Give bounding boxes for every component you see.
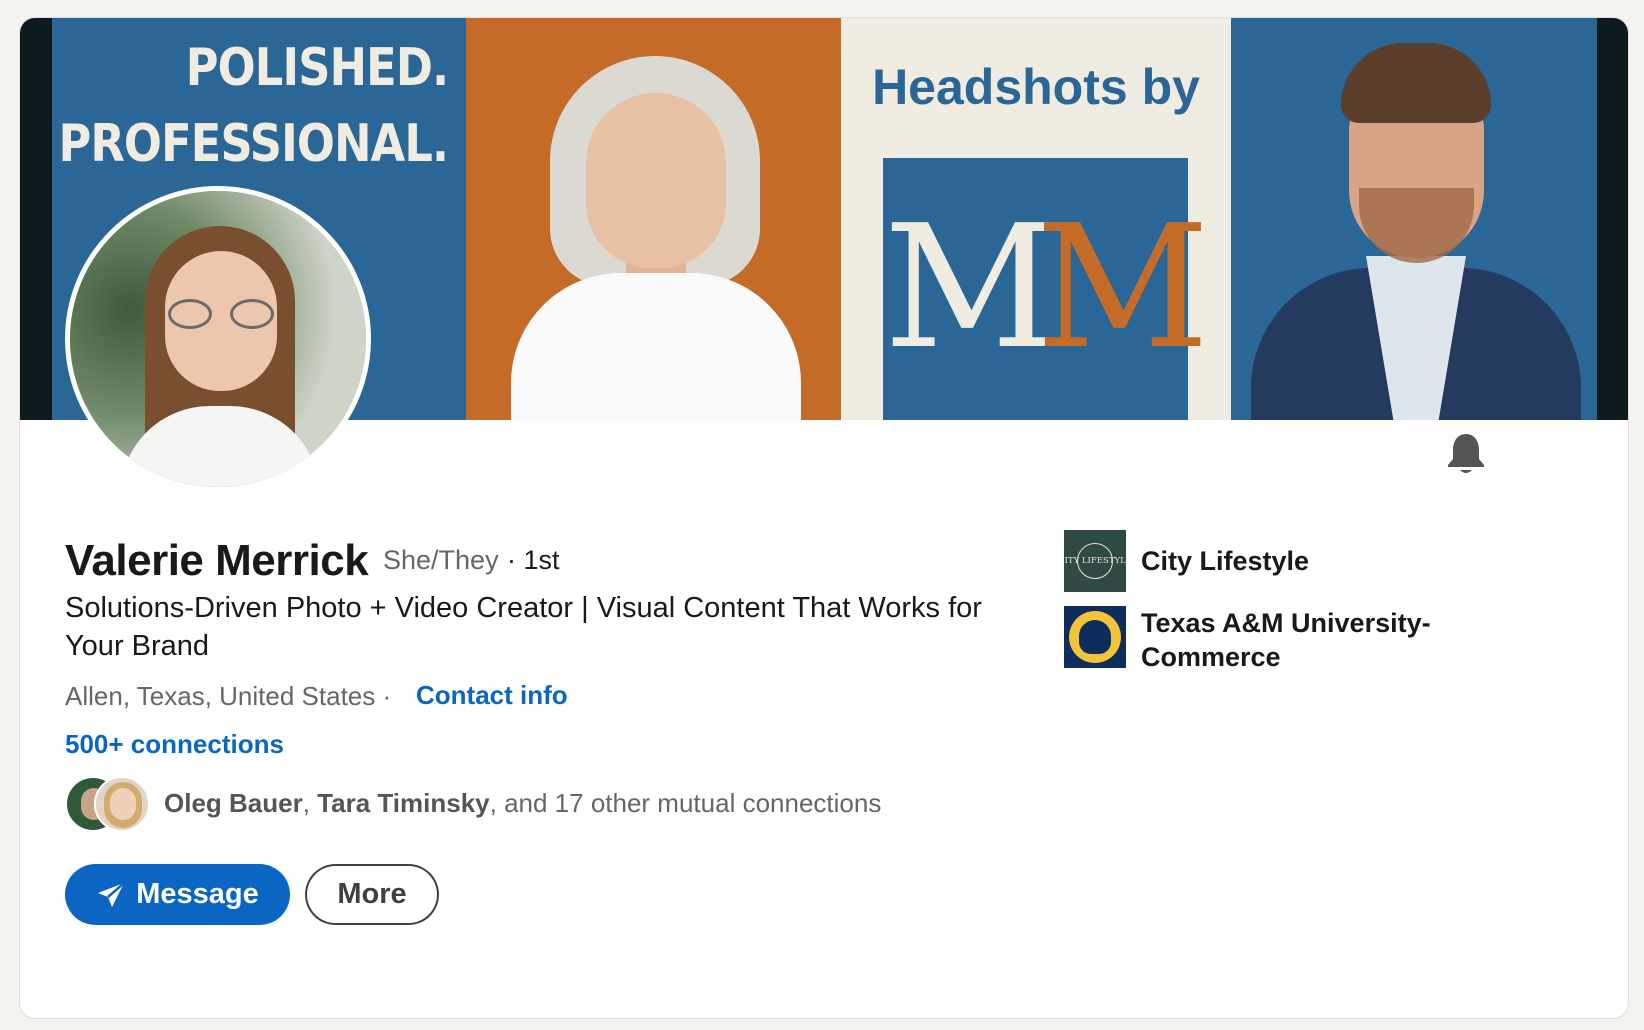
mutual-separator: , <box>302 788 318 818</box>
org-city-lifestyle[interactable]: CITY LIFESTYLE City Lifestyle <box>1064 530 1309 592</box>
banner-woman-photo <box>466 18 841 420</box>
message-button[interactable]: Message <box>65 864 290 925</box>
city-lifestyle-logo: CITY LIFESTYLE <box>1064 530 1126 592</box>
connection-degree: · 1st <box>507 545 560 575</box>
glasses-icon <box>168 299 274 329</box>
mutual-avatar-2[interactable] <box>94 776 150 832</box>
city-lifestyle-logo-text: CITY LIFESTYLE <box>1064 556 1126 566</box>
bell-icon[interactable] <box>1445 432 1487 476</box>
mutual-person-1: Oleg Bauer <box>164 788 303 818</box>
mm-logo-letter-2: M <box>1035 189 1210 387</box>
profile-headline: Solutions-Driven Photo + Video Creator |… <box>65 592 982 662</box>
org-texas-am-commerce[interactable]: Texas A&M University-Commerce <box>1064 606 1461 674</box>
mutual-connections[interactable]: Oleg Bauer, Tara Timinsky, and 17 other … <box>164 788 881 819</box>
mutual-person-2: Tara Timinsky <box>317 788 490 818</box>
mm-logo-letter-1: M <box>883 189 1057 387</box>
more-button[interactable]: More <box>305 864 439 925</box>
banner-tagline-line1: POLISHED. <box>185 38 449 98</box>
paper-plane-icon <box>98 881 126 907</box>
org-name: Texas A&M University-Commerce <box>1141 608 1431 672</box>
message-button-label: Message <box>136 878 259 910</box>
profile-location: Allen, Texas, United States · <box>65 681 392 711</box>
connections-link[interactable]: 500+ connections <box>65 729 284 760</box>
banner-headshots-text: Headshots by <box>872 59 1200 115</box>
contact-info-link[interactable]: Contact info <box>416 680 568 711</box>
org-name: City Lifestyle <box>1141 546 1310 576</box>
banner-man-photo <box>1231 18 1597 420</box>
profile-avatar[interactable] <box>65 186 371 492</box>
profile-pronouns: She/They <box>383 545 499 575</box>
more-button-label: More <box>337 878 407 910</box>
mm-logo: MM <box>883 158 1210 420</box>
mutual-suffix: , and 17 other mutual connections <box>489 788 882 818</box>
lion-logo-icon <box>1064 606 1126 668</box>
profile-name: Valerie Merrick <box>65 536 369 585</box>
banner-logo-panel: Headshots by MM <box>841 18 1231 420</box>
banner-tagline-line2: PROFESSIONAL. <box>58 114 449 174</box>
